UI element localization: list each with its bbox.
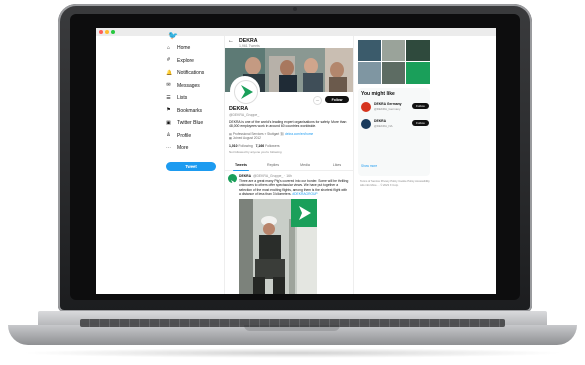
- laptop-frame: 🐦 ⌂ Home # Explore 🔔 Notifications ✉ Message…: [0, 0, 585, 365]
- hashtag-icon: #: [167, 57, 170, 64]
- suggestion-handle: @DEKRA_NA: [374, 124, 393, 128]
- profile-name: DEKRA: [229, 106, 249, 112]
- media-thumb[interactable]: [358, 40, 381, 61]
- suggestion-avatar: [361, 102, 371, 112]
- more-options-icon[interactable]: ⋯: [313, 96, 322, 105]
- suggestion-name: DEKRA Germany: [374, 102, 402, 106]
- sidebar-item-label: Lists: [177, 95, 188, 102]
- media-grid: [358, 40, 430, 84]
- media-thumb[interactable]: [358, 62, 381, 84]
- tab-media[interactable]: Media: [289, 160, 321, 170]
- sidebar-item-label: More: [177, 145, 189, 152]
- media-thumb[interactable]: [406, 40, 430, 61]
- close-window-button[interactable]: [99, 30, 103, 34]
- calendar-icon: ▦: [229, 136, 233, 141]
- follow-counts: 1,010 Following 7,166 Followers: [229, 144, 280, 148]
- sidebar-item-notifications[interactable]: 🔔 Notifications: [166, 67, 226, 80]
- sidebar-item-home[interactable]: ⌂ Home: [166, 42, 226, 55]
- tweet-author-handle: @DEKRA_Gruppe_ · 16h: [253, 174, 292, 178]
- following-count[interactable]: 1,010: [229, 144, 238, 148]
- follow-button[interactable]: Follow: [325, 96, 349, 103]
- sidebar-nav: ⌂ Home # Explore 🔔 Notifications ✉ Messages …: [166, 42, 226, 155]
- profile-joined: Joined August 2012: [232, 136, 261, 141]
- sidebar-item-label: Messages: [177, 82, 200, 89]
- suggestion-follow-button[interactable]: Follow: [412, 120, 429, 126]
- keyboard-keys: [80, 319, 505, 327]
- sidebar-item-explore[interactable]: # Explore: [166, 55, 226, 68]
- webcam-icon: [293, 7, 297, 11]
- dekra-logo-icon: [234, 80, 258, 104]
- tweet-avatar[interactable]: [228, 174, 237, 185]
- worker-photo: [239, 199, 317, 294]
- sidebar-item-messages[interactable]: ✉ Messages: [166, 80, 226, 93]
- sidebar-item-label: Bookmarks: [177, 107, 203, 114]
- list-icon: ☰: [166, 94, 171, 101]
- sidebar-item-twitter-blue[interactable]: ▣ Twitter Blue: [166, 117, 226, 130]
- sidebar-item-label: Twitter Blue: [177, 120, 204, 127]
- sidebar-item-label: Notifications: [177, 70, 205, 77]
- profile-tabs: Tweets Replies Media Likes: [225, 160, 353, 171]
- followers-count[interactable]: 7,166: [256, 144, 265, 148]
- twitter-bird-icon[interactable]: 🐦: [168, 31, 178, 40]
- suggestion-follow-button[interactable]: Follow: [412, 103, 429, 109]
- twitter-blue-icon: ▣: [166, 119, 171, 126]
- bell-icon: 🔔: [166, 69, 173, 76]
- zoom-window-button[interactable]: [111, 30, 115, 34]
- following-label[interactable]: Following: [238, 144, 252, 148]
- laptop-base: [8, 311, 577, 349]
- tweet-hashtag-link[interactable]: #DEKRAGROUP: [292, 192, 317, 196]
- media-thumb[interactable]: [406, 62, 430, 84]
- tweet-author-name[interactable]: DEKRA: [239, 174, 251, 178]
- envelope-icon: ✉: [166, 82, 171, 89]
- suggestion-avatar: [361, 119, 371, 129]
- profile-website-link[interactable]: dekra.com/en/home: [285, 132, 313, 136]
- profile-avatar[interactable]: [230, 76, 260, 106]
- profile-column: ← DEKRA 1,961 Tweets ⋯ Follow DEKRA @DEK…: [224, 36, 354, 294]
- bookmark-icon: ⚑: [166, 107, 171, 114]
- location-icon: ⌖: [264, 132, 267, 136]
- you-might-like-title: You might like: [361, 91, 395, 97]
- window-titlebar: [96, 28, 496, 36]
- tab-likes[interactable]: Likes: [321, 160, 353, 170]
- profile-handle: @DEKRA_Gruppe_: [229, 113, 260, 117]
- suggestion-item[interactable]: DEKRA @DEKRA_NA Follow: [361, 118, 429, 132]
- tab-tweets[interactable]: Tweets: [225, 160, 257, 171]
- laptop-shadow: [20, 348, 565, 358]
- sidebar-item-label: Profile: [177, 132, 192, 139]
- tweet-text: Three are a great many Ptg's covered int…: [239, 179, 349, 196]
- suggestion-handle: @DEKRA_Germany: [374, 107, 401, 111]
- sidebar-item-more[interactable]: ⋯ More: [166, 142, 226, 155]
- profile-meta: ▤ Professional Services ⌖ Stuttgart ⛓ de…: [229, 132, 351, 140]
- minimize-window-button[interactable]: [105, 30, 109, 34]
- followed-by-note: Not followed by anyone you're following: [229, 150, 282, 154]
- tweet-button[interactable]: Tweet: [166, 162, 216, 171]
- show-more-link[interactable]: Show more: [361, 164, 377, 168]
- sidebar-item-profile[interactable]: ♙ Profile: [166, 130, 226, 143]
- sidebar-item-label: Home: [177, 45, 191, 52]
- you-might-like-panel: You might like DEKRA Germany @DEKRA_Germ…: [358, 88, 430, 176]
- back-arrow-icon[interactable]: ←: [228, 38, 234, 44]
- home-icon: ⌂: [166, 44, 171, 51]
- tweet-author: DEKRA @DEKRA_Gruppe_ · 16h: [239, 174, 292, 178]
- profile-bio: DEKRA is one of the world's leading expe…: [229, 120, 347, 129]
- sidebar-item-lists[interactable]: ☰ Lists: [166, 92, 226, 105]
- media-thumb[interactable]: [382, 62, 405, 84]
- followers-label[interactable]: Followers: [265, 144, 280, 148]
- more-circle-icon: ⋯: [166, 144, 171, 151]
- link-icon: ⛓: [280, 132, 285, 136]
- suggestion-item[interactable]: DEKRA Germany @DEKRA_Germany Follow: [361, 101, 429, 115]
- tweet-media-image[interactable]: [239, 199, 317, 294]
- profile-location: Stuttgart: [267, 132, 280, 136]
- media-thumb[interactable]: [382, 40, 405, 61]
- screen: 🐦 ⌂ Home # Explore 🔔 Notifications ✉ Message…: [96, 28, 496, 294]
- footer-links[interactable]: Terms of Service Privacy Policy Cookie P…: [360, 180, 430, 187]
- sidebar-item-label: Explore: [177, 57, 194, 64]
- sidebar-item-bookmarks[interactable]: ⚑ Bookmarks: [166, 105, 226, 118]
- suggestion-name: DEKRA: [374, 119, 387, 123]
- tab-replies[interactable]: Replies: [257, 160, 289, 170]
- person-icon: ♙: [166, 132, 171, 139]
